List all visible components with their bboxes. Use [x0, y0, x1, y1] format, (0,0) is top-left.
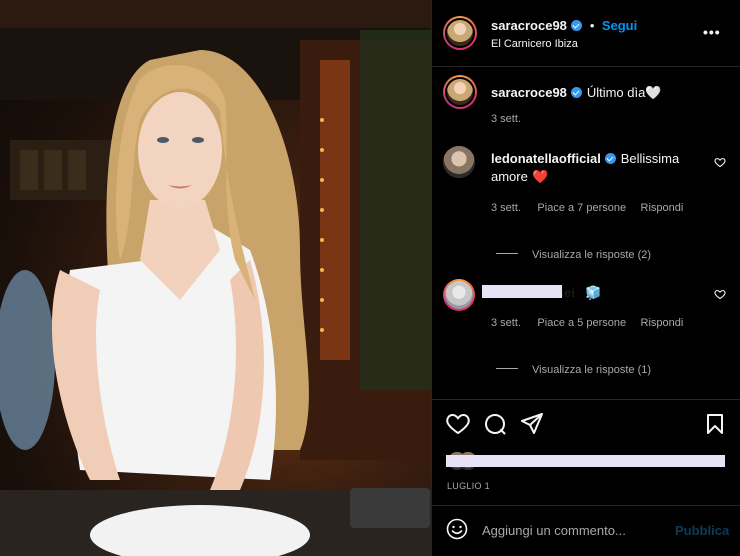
comment-box-divider: [432, 505, 740, 506]
comment-input[interactable]: [482, 520, 662, 540]
comment-meta: 3 sett. Piace a 7 persone Rispondi: [491, 198, 683, 216]
red-heart-emoji: ❤️: [532, 169, 549, 184]
author-avatar[interactable]: [443, 16, 477, 50]
caption-timestamp[interactable]: 3 sett.: [491, 113, 521, 125]
caption: saracroce98 Último dìa🤍: [491, 84, 662, 102]
post-sidebar: saracroce98 • Segui El Carnicero Ibiza •…: [431, 0, 740, 556]
caption-text: Último dìa: [586, 85, 646, 100]
caption-author-username[interactable]: saracroce98: [491, 85, 567, 100]
follow-button[interactable]: Segui: [602, 18, 637, 33]
comment-meta: 3 sett. Piace a 5 persone Rispondi: [491, 313, 683, 331]
replies-line: [496, 368, 518, 370]
comment-likes[interactable]: Piace a 5 persone: [537, 317, 626, 329]
comment-avatar[interactable]: [443, 279, 475, 311]
comment-timestamp[interactable]: 3 sett.: [491, 202, 521, 214]
more-options-button[interactable]: •••: [703, 24, 721, 40]
author-username[interactable]: saracroce98: [491, 18, 567, 33]
like-comment-heart-icon[interactable]: [714, 288, 726, 300]
emoji-icon[interactable]: [446, 518, 468, 540]
white-heart-emoji: 🤍: [645, 85, 662, 100]
view-replies-button[interactable]: Visualizza le risposte (1): [496, 360, 651, 378]
verified-icon: [571, 20, 583, 31]
actions-divider: [432, 399, 740, 400]
reply-button[interactable]: Rispondi: [641, 317, 684, 329]
redaction-bar: [482, 285, 562, 298]
replies-line: [496, 253, 518, 255]
post-photo-illustration: [0, 0, 431, 556]
comment-likes[interactable]: Piace a 7 persone: [537, 202, 626, 214]
save-bookmark-icon[interactable]: [705, 413, 725, 435]
share-icon[interactable]: [521, 413, 543, 435]
comment-avatar[interactable]: [443, 146, 475, 178]
like-comment-heart-icon[interactable]: [714, 156, 726, 168]
comment-timestamp[interactable]: 3 sett.: [491, 317, 521, 329]
ice-cube-emoji: 🧊: [585, 285, 602, 300]
view-replies-label: Visualizza le risposte (2): [532, 249, 652, 261]
post-date[interactable]: LUGLIO 1: [447, 481, 490, 491]
redaction-bar: [446, 455, 725, 467]
caption-author-avatar[interactable]: [443, 75, 477, 109]
comment-item: ledonatellaofficial Bellissima amore ❤️: [491, 150, 711, 186]
comment-text-cont: amore: [491, 169, 528, 184]
verified-icon: [605, 153, 617, 164]
post-photo[interactable]: [0, 0, 431, 556]
verified-icon: [571, 87, 583, 98]
comment-username[interactable]: ledonatellaofficial: [491, 151, 601, 166]
like-heart-icon[interactable]: [446, 413, 470, 435]
view-replies-label: Visualizza le risposte (1): [532, 364, 652, 376]
location-link[interactable]: El Carnicero Ibiza: [491, 38, 578, 50]
comment-icon[interactable]: [484, 413, 506, 435]
post-header: saracroce98 • Segui: [491, 17, 637, 35]
reply-button[interactable]: Rispondi: [641, 202, 684, 214]
header-divider: [432, 66, 740, 67]
view-replies-button[interactable]: Visualizza le risposte (2): [496, 245, 651, 263]
separator-dot: •: [589, 18, 595, 33]
comment-text: Bellissima: [620, 151, 680, 166]
publish-button[interactable]: Pubblica: [675, 523, 729, 538]
